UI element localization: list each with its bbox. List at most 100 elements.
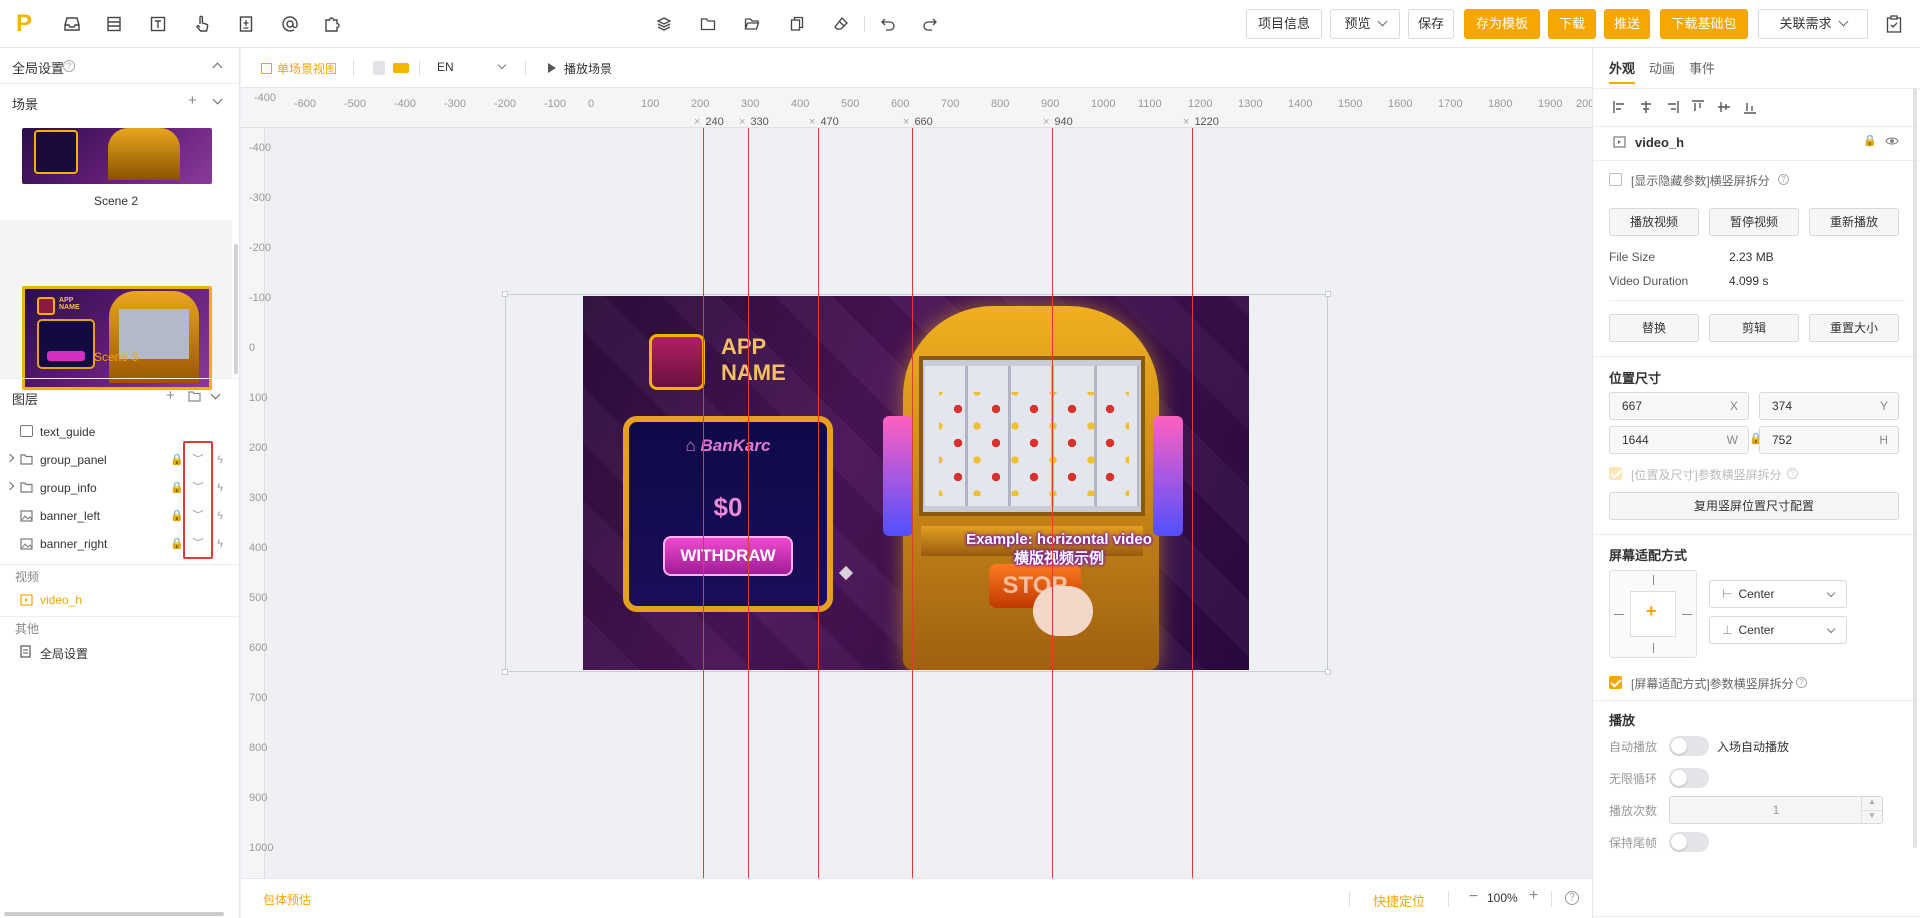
align-left-icon[interactable]	[1613, 100, 1627, 117]
h-input[interactable]: 752 H	[1759, 426, 1899, 454]
right-scrollbar[interactable]	[1913, 88, 1917, 848]
align-right-icon[interactable]	[1665, 100, 1679, 117]
save-button[interactable]: 保存	[1408, 9, 1454, 39]
project-info-button[interactable]: 项目信息	[1246, 9, 1322, 39]
reset-size-button[interactable]: 重置大小	[1809, 314, 1899, 342]
save-template-button[interactable]: 存为模板	[1464, 9, 1540, 39]
play-scene-button[interactable]: 播放场景	[548, 60, 612, 77]
guide-label[interactable]: × 470	[809, 116, 839, 128]
pause-video-button[interactable]: 暂停视频	[1709, 208, 1799, 236]
autoplay-toggle[interactable]	[1669, 736, 1709, 756]
guide-label[interactable]: × 240	[694, 116, 724, 128]
reuse-portrait-config-button[interactable]: 复用竖屏位置尺寸配置	[1609, 492, 1899, 520]
guide-line[interactable]	[1192, 128, 1193, 878]
stepper-down[interactable]: ▼	[1861, 810, 1882, 823]
stepper-up[interactable]: ▲	[1861, 797, 1882, 810]
help-icon[interactable]: ?	[1778, 174, 1789, 185]
resize-handle[interactable]	[1325, 291, 1331, 297]
zoom-in-button[interactable]: +	[1529, 887, 1538, 905]
clipboard-check-icon[interactable]	[1882, 12, 1906, 36]
add-layer-icon[interactable]: +	[166, 387, 175, 404]
fit-split-checkbox[interactable]	[1609, 676, 1622, 689]
bolt-icon[interactable]: ϟ	[214, 482, 226, 494]
align-center-v-icon[interactable]	[1717, 100, 1731, 117]
align-bottom-icon[interactable]	[1743, 100, 1757, 117]
color-swatch-yellow[interactable]	[393, 63, 409, 73]
fit-horizontal-select[interactable]: ⊢ Center	[1709, 580, 1847, 608]
layer-row-video-h[interactable]: video_h	[0, 586, 240, 614]
anchor-center-icon[interactable]: +	[1646, 601, 1657, 622]
chevron-down-icon[interactable]	[212, 94, 223, 105]
resize-handle[interactable]	[1325, 669, 1331, 675]
chevron-right-icon[interactable]	[5, 481, 15, 491]
crop-button[interactable]: 剪辑	[1709, 314, 1799, 342]
play-video-button[interactable]: 播放视频	[1609, 208, 1699, 236]
folder-icon[interactable]	[696, 12, 720, 36]
push-button[interactable]: 推送	[1604, 9, 1650, 39]
lock-icon[interactable]: 🔒	[170, 538, 184, 550]
hand-tool-icon[interactable]	[190, 12, 214, 36]
tab-events[interactable]: 事件	[1689, 58, 1715, 77]
chevron-right-icon[interactable]	[5, 453, 15, 463]
w-input[interactable]: 1644 W	[1609, 426, 1749, 454]
help-icon[interactable]: ?	[63, 60, 75, 72]
chevron-up-icon[interactable]	[212, 62, 223, 73]
folder-open-icon[interactable]	[740, 12, 764, 36]
tab-animation[interactable]: 动画	[1649, 58, 1675, 77]
redo-icon[interactable]	[918, 12, 942, 36]
position-split-checkbox[interactable]	[1609, 467, 1622, 480]
x-input[interactable]: 667 X	[1609, 392, 1749, 420]
replay-button[interactable]: 重新播放	[1809, 208, 1899, 236]
quick-locate-button[interactable]: 快捷定位	[1373, 891, 1425, 910]
left-horizontal-scrollbar[interactable]	[4, 912, 224, 916]
plugin-icon[interactable]	[320, 12, 344, 36]
preview-dropdown[interactable]: 预览	[1330, 9, 1400, 39]
zoom-out-button[interactable]: −	[1469, 888, 1478, 906]
video-preview[interactable]: APP NAME ⌂ BanKarc $0 WITHDRAW STOP Exam…	[583, 296, 1249, 670]
guide-line[interactable]	[748, 128, 749, 878]
add-folder-icon[interactable]	[188, 391, 201, 405]
play-count-input[interactable]: 1	[1669, 796, 1883, 824]
chevron-down-icon[interactable]	[210, 389, 221, 400]
fit-vertical-select[interactable]: ⊥ Center	[1709, 616, 1847, 644]
tab-appearance[interactable]: 外观	[1609, 58, 1635, 77]
at-icon[interactable]	[278, 12, 302, 36]
bolt-icon[interactable]: ϟ	[214, 510, 226, 522]
guide-line[interactable]	[1052, 128, 1053, 878]
y-input[interactable]: 374 Y	[1759, 392, 1899, 420]
language-select[interactable]: EN	[437, 60, 513, 74]
file-add-icon[interactable]	[234, 12, 258, 36]
guide-line[interactable]	[912, 128, 913, 878]
package-estimate-link[interactable]: 包体预估	[263, 891, 311, 908]
guide-line[interactable]	[703, 128, 704, 878]
show-hidden-checkbox[interactable]	[1609, 173, 1622, 186]
copy-icon[interactable]	[785, 12, 809, 36]
resize-handle[interactable]	[502, 669, 508, 675]
replace-button[interactable]: 替换	[1609, 314, 1699, 342]
keep-last-frame-toggle[interactable]	[1669, 832, 1709, 852]
panel-icon[interactable]	[102, 12, 126, 36]
single-scene-view-toggle[interactable]: 单场景视图	[261, 60, 337, 77]
lock-icon[interactable]: 🔒	[170, 510, 184, 522]
guide-label[interactable]: × 660	[903, 116, 933, 128]
layer-row-global-settings[interactable]: 全局设置	[0, 638, 240, 666]
scene-scrollbar[interactable]	[234, 244, 238, 374]
loop-toggle[interactable]	[1669, 768, 1709, 788]
help-icon[interactable]: ?	[1565, 891, 1579, 905]
download-base-button[interactable]: 下载基础包	[1660, 9, 1748, 39]
layers-icon[interactable]	[652, 12, 676, 36]
lock-icon[interactable]: 🔒	[170, 482, 184, 494]
color-swatch-light[interactable]	[373, 61, 385, 75]
bolt-icon[interactable]: ϟ	[214, 454, 226, 466]
bolt-icon[interactable]: ϟ	[214, 538, 226, 550]
add-scene-icon[interactable]: +	[188, 92, 197, 109]
align-center-h-icon[interactable]	[1639, 100, 1653, 117]
related-dropdown[interactable]: 关联需求	[1758, 9, 1868, 39]
lock-icon[interactable]: 🔒	[1863, 134, 1877, 147]
inbox-icon[interactable]	[60, 12, 84, 36]
guide-line[interactable]	[818, 128, 819, 878]
resize-handle[interactable]	[502, 291, 508, 297]
lock-icon[interactable]: 🔒	[170, 454, 184, 466]
guide-label[interactable]: × 1220	[1183, 116, 1219, 128]
anchor-widget[interactable]: +	[1609, 570, 1697, 658]
